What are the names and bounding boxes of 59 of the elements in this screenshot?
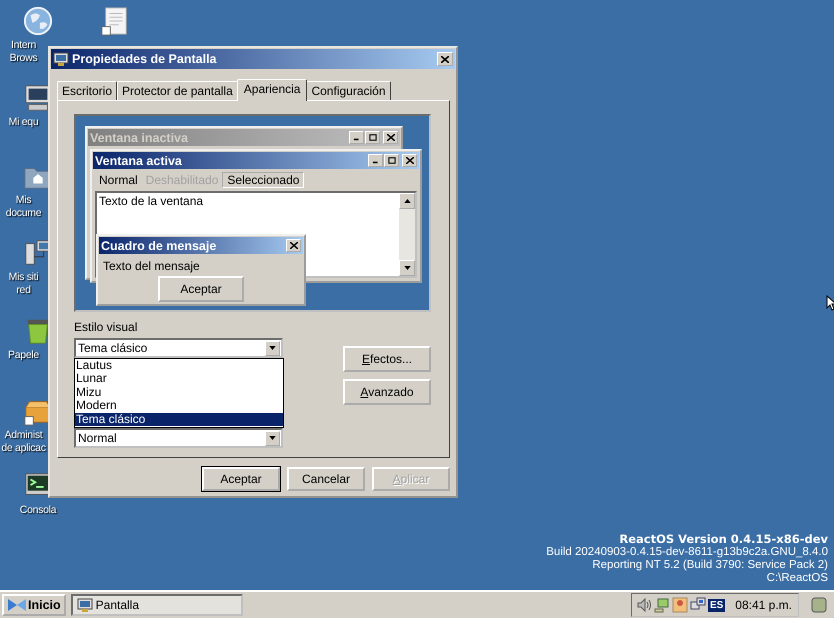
- window-title: Cuadro de mensaje: [101, 238, 218, 252]
- mouse-cursor-icon: [826, 295, 834, 311]
- taskbar-button[interactable]: Pantalla: [70, 594, 243, 616]
- window-text: Texto de la ventana: [98, 193, 204, 209]
- ok-button[interactable]: Aceptar: [158, 276, 244, 302]
- icon-label: Mis: [14, 194, 32, 207]
- cancel-button[interactable]: Cancelar: [287, 467, 365, 491]
- icon-label: de aplicac: [0, 442, 47, 455]
- tab[interactable]: Protector de pantalla: [117, 81, 238, 100]
- effects-button[interactable]: Efectos...: [343, 346, 431, 372]
- version-text: Reporting NT 5.2 (Build 3790: Service Pack 2): [592, 559, 828, 572]
- message-text: Texto del mensaje: [102, 258, 201, 275]
- show-desktop-icon[interactable]: [810, 596, 828, 614]
- close-icon: [441, 56, 449, 62]
- dropdown-option[interactable]: Mizu: [75, 386, 283, 400]
- maximize-icon: [365, 131, 380, 144]
- maximize-icon: [384, 154, 399, 167]
- minimize-icon: [368, 154, 383, 167]
- advanced-button[interactable]: Avanzado: [343, 379, 431, 405]
- icon-label: Mi equ: [8, 116, 40, 129]
- icon-label: Brows: [8, 52, 38, 65]
- icon-label: red: [15, 284, 32, 297]
- ok-button[interactable]: Aceptar: [202, 467, 280, 491]
- window-title: Propiedades de Pantalla: [72, 52, 218, 66]
- close-icon: [402, 154, 417, 167]
- dropdown[interactable]: Normal: [74, 428, 283, 448]
- version-text: ReactOS Version 0.4.15-x86-dev: [619, 533, 828, 546]
- dropdown-option[interactable]: Lautus: [75, 359, 283, 372]
- icon-label: Mis siti: [8, 271, 40, 284]
- window-title: Ventana activa: [95, 154, 183, 168]
- close-icon: [286, 239, 301, 252]
- tab[interactable]: Configuración: [306, 81, 391, 100]
- icon-label: Administ: [4, 429, 44, 442]
- minimize-icon: [349, 131, 364, 144]
- dropdown-option[interactable]: Tema clásico: [75, 412, 283, 426]
- icon-label: Consola: [18, 504, 58, 517]
- dropdown-option[interactable]: Lunar: [75, 372, 283, 386]
- globe-icon[interactable]: [23, 6, 53, 36]
- network-icon[interactable]: [654, 597, 670, 613]
- icon-label: Papele: [7, 349, 40, 362]
- close-button[interactable]: [437, 52, 453, 66]
- tab[interactable]: Apariencia: [236, 79, 308, 101]
- window-title: Ventana inactiva: [90, 130, 189, 144]
- monitor-icon: [76, 597, 93, 613]
- dropdown-option[interactable]: Modern: [75, 399, 283, 413]
- clock[interactable]: 08:41 p.m.: [735, 598, 792, 612]
- icon-label: docume: [4, 207, 42, 220]
- icon-label: Intern: [10, 39, 38, 52]
- language-indicator[interactable]: ES: [708, 598, 726, 612]
- monitor-icon: [53, 51, 69, 67]
- field-label: Estilo visual: [74, 320, 138, 334]
- close-icon: [383, 131, 398, 144]
- tab[interactable]: Escritorio: [57, 81, 118, 100]
- start-button[interactable]: Inicio: [2, 594, 66, 616]
- version-text: Build 20240903-0.4.15-dev-8611-g13b9c2a.GNU_8.4.0: [546, 546, 828, 559]
- start-logo-icon: [7, 597, 27, 613]
- version-text: C:\ReactOS: [766, 572, 828, 585]
- style-dropdown[interactable]: Tema clásico: [74, 338, 283, 358]
- speaker-icon[interactable]: [636, 597, 652, 613]
